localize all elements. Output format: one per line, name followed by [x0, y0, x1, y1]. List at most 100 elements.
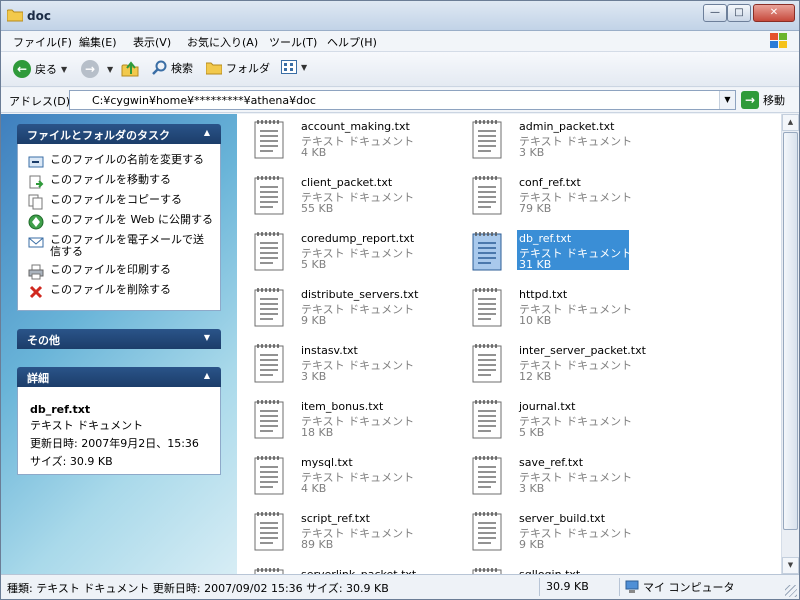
text-document-icon: [254, 176, 284, 215]
details-panel-header[interactable]: 詳細 ▲: [17, 367, 221, 387]
search-label: 検索: [171, 62, 193, 75]
details-panel-body: db_ref.txt テキスト ドキュメント 更新日時: 2007年9月2日、1…: [17, 387, 221, 475]
text-document-icon: [472, 512, 502, 551]
close-button[interactable]: ✕: [753, 4, 795, 22]
file-name: httpd.txt: [519, 288, 568, 301]
email-icon: [28, 237, 44, 248]
chevron-down-icon[interactable]: ▼: [719, 91, 735, 109]
computer-icon: [625, 580, 639, 593]
file-item[interactable]: mysql.txt テキスト ドキュメント 4 KB: [245, 452, 445, 498]
file-item[interactable]: script_ref.txt テキスト ドキュメント 89 KB: [245, 508, 445, 554]
file-size: 3 KB: [519, 482, 545, 495]
task-email[interactable]: このファイルを電子メールで送信する: [28, 234, 208, 258]
text-document-icon: [472, 456, 502, 495]
file-item[interactable]: server_build.txt テキスト ドキュメント 9 KB: [463, 508, 663, 554]
tasks-panel-header[interactable]: ファイルとフォルダのタスク ▲: [17, 124, 221, 144]
task-rename[interactable]: このファイルの名前を変更する: [28, 154, 204, 170]
text-document-icon: [254, 344, 284, 383]
menu-bar: ファイル(F) 編集(E) 表示(V) お気に入り(A) ツール(T) ヘルプ(…: [1, 31, 799, 52]
file-item[interactable]: distribute_servers.txt テキスト ドキュメント 9 KB: [245, 284, 445, 330]
task-label: このファイルをコピーする: [50, 193, 182, 206]
views-button[interactable]: ▼: [281, 60, 307, 74]
file-item[interactable]: item_bonus.txt テキスト ドキュメント 18 KB: [245, 396, 445, 442]
forward-button[interactable]: → ▼: [81, 60, 113, 78]
file-name: server_build.txt: [519, 512, 606, 525]
up-folder-button[interactable]: [121, 60, 139, 78]
back-button[interactable]: ← 戻る ▼: [13, 60, 67, 78]
file-size: 9 KB: [519, 538, 545, 551]
file-item[interactable]: save_ref.txt テキスト ドキュメント 3 KB: [463, 452, 663, 498]
menu-edit[interactable]: 編集(E): [79, 34, 117, 50]
collapse-chevron-icon[interactable]: ▲: [201, 127, 213, 139]
vertical-scrollbar[interactable]: ▲ ▼: [781, 114, 799, 574]
file-size: 3 KB: [519, 146, 545, 159]
file-name: item_bonus.txt: [301, 400, 384, 413]
task-pane: ファイルとフォルダのタスク ▲ このファイルの名前を変更する このファイルを移動…: [1, 114, 237, 574]
file-size: 55 KB: [301, 202, 334, 215]
file-item[interactable]: instasv.txt テキスト ドキュメント 3 KB: [245, 340, 445, 386]
details-panel-title: 詳細: [27, 372, 49, 385]
toolbar: ← 戻る ▼ → ▼ 検索 フォルダ ▼: [1, 52, 799, 87]
file-item[interactable]: db_ref.txt テキスト ドキュメント 31 KB: [463, 228, 663, 274]
views-icon: [281, 60, 297, 74]
resize-grip[interactable]: [785, 585, 797, 597]
file-name: coredump_report.txt: [301, 232, 415, 245]
task-label: このファイルを削除する: [50, 283, 171, 296]
file-item[interactable]: inter_server_packet.txt テキスト ドキュメント 12 KB: [463, 340, 663, 386]
scroll-up-button[interactable]: ▲: [782, 114, 799, 131]
text-document-icon: [254, 288, 284, 327]
folder-icon: [206, 62, 222, 75]
scroll-down-button[interactable]: ▼: [782, 557, 799, 574]
up-folder-icon: [121, 61, 139, 77]
address-path: C:¥cygwin¥home¥*********¥athena¥doc: [92, 94, 316, 107]
delete-icon: [29, 285, 43, 299]
folders-button[interactable]: フォルダ: [206, 60, 270, 76]
menu-favorites[interactable]: お気に入り(A): [187, 34, 258, 50]
file-item[interactable]: serverlink_packet.txt: [245, 564, 445, 574]
text-document-icon: [254, 120, 284, 159]
file-item[interactable]: conf_ref.txt テキスト ドキュメント 79 KB: [463, 172, 663, 218]
address-input[interactable]: C:¥cygwin¥home¥*********¥athena¥doc ▼: [69, 90, 736, 110]
details-file-type: テキスト ドキュメント: [30, 419, 144, 432]
file-item[interactable]: account_making.txt テキスト ドキュメント 4 KB: [245, 116, 445, 162]
expand-chevron-icon[interactable]: ▼: [201, 332, 213, 344]
tasks-panel-body: このファイルの名前を変更する このファイルを移動する このファイルをコピーする …: [17, 144, 221, 311]
collapse-chevron-icon[interactable]: ▲: [201, 370, 213, 382]
text-document-icon: [254, 400, 284, 439]
file-size: 10 KB: [519, 314, 552, 327]
file-item[interactable]: coredump_report.txt テキスト ドキュメント 5 KB: [245, 228, 445, 274]
file-item[interactable]: sqllogin.txt: [463, 564, 663, 574]
task-copy[interactable]: このファイルをコピーする: [28, 194, 182, 210]
go-button[interactable]: → 移動: [741, 91, 785, 109]
other-panel-header[interactable]: その他 ▼: [17, 329, 221, 349]
task-label: このファイルを移動する: [50, 173, 171, 186]
search-button[interactable]: 検索: [151, 60, 193, 76]
explorer-window: doc — □ ✕ ファイル(F) 編集(E) 表示(V) お気に入り(A) ツ…: [0, 0, 800, 600]
file-size: 4 KB: [301, 146, 327, 159]
file-size: 5 KB: [519, 426, 545, 439]
task-delete[interactable]: このファイルを削除する: [28, 284, 171, 300]
maximize-button[interactable]: □: [727, 4, 751, 22]
scroll-thumb[interactable]: [783, 132, 798, 530]
task-publish-web[interactable]: このファイルを Web に公開する: [28, 214, 213, 230]
file-item[interactable]: client_packet.txt テキスト ドキュメント 55 KB: [245, 172, 445, 218]
menu-help[interactable]: ヘルプ(H): [327, 34, 377, 50]
details-size: サイズ: 30.9 KB: [30, 455, 113, 468]
task-print[interactable]: このファイルを印刷する: [28, 264, 171, 280]
status-info: 種類: テキスト ドキュメント 更新日時: 2007/09/02 15:36 サ…: [7, 582, 389, 595]
file-name: db_ref.txt: [519, 232, 572, 245]
menu-tools[interactable]: ツール(T): [269, 34, 317, 50]
file-size: 9 KB: [301, 314, 327, 327]
file-item[interactable]: httpd.txt テキスト ドキュメント 10 KB: [463, 284, 663, 330]
status-bar: 種類: テキスト ドキュメント 更新日時: 2007/09/02 15:36 サ…: [1, 574, 799, 599]
minimize-button[interactable]: —: [703, 4, 727, 22]
search-icon: [152, 60, 167, 75]
details-file-name: db_ref.txt: [30, 403, 91, 416]
file-item[interactable]: journal.txt テキスト ドキュメント 5 KB: [463, 396, 663, 442]
menu-view[interactable]: 表示(V): [133, 34, 171, 50]
menu-file[interactable]: ファイル(F): [13, 34, 72, 50]
task-move[interactable]: このファイルを移動する: [28, 174, 171, 190]
file-item[interactable]: admin_packet.txt テキスト ドキュメント 3 KB: [463, 116, 663, 162]
file-size: 79 KB: [519, 202, 552, 215]
text-document-icon: [472, 288, 502, 327]
